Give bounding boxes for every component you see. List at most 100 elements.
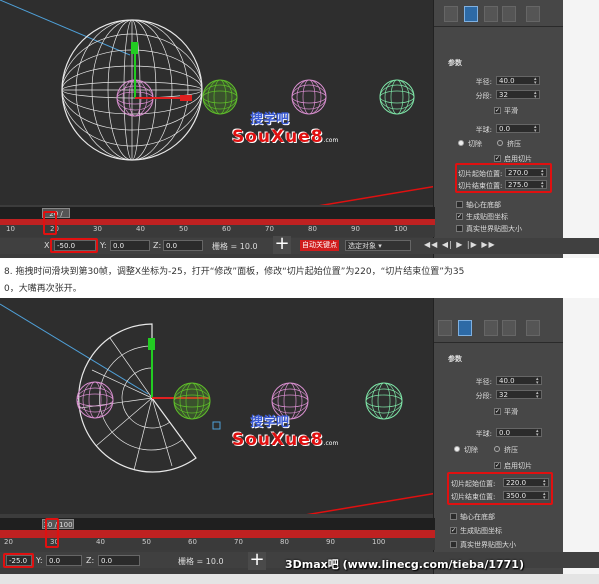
viewport-perspective[interactable]: 搜学吧 SouXue8.com <box>0 298 435 514</box>
slice-to-spinner[interactable]: 275.0 ▴ ▾ <box>505 180 547 190</box>
base-to-pivot-checkbox[interactable] <box>450 513 457 520</box>
screenshot-bottom: 搜学吧 SouXue8.com 参数 半径: 40.0 ▴ ▾ 分段: 32 ▴ ▾ ✓… <box>0 298 599 584</box>
ruler-tick: 80 <box>280 538 289 546</box>
screenshot-top: 搜学吧 SouXue8.com 参数 半径: 40.0 ▴ ▾ 分段: 32 ▴ ▾ ✓… <box>0 0 599 258</box>
segments-label: 分段: <box>475 92 492 100</box>
parameters-rollout-title[interactable]: 参数 <box>448 58 462 68</box>
y-value: 0.0 <box>49 557 61 565</box>
ruler-tick: 70 <box>234 538 243 546</box>
utilities-tab-icon[interactable] <box>526 6 540 22</box>
ruler-tick: 40 <box>96 538 105 546</box>
playback-controls-icon[interactable]: ◀◀ ◀| ▶ |▶ ▶▶ <box>424 240 496 249</box>
viewport-perspective[interactable]: 搜学吧 SouXue8.com <box>0 0 435 205</box>
y-value: 0.0 <box>113 242 125 250</box>
viewport-scene <box>0 0 435 205</box>
key-filter-select[interactable]: 选定对象 ▾ <box>345 240 411 251</box>
mint-sphere[interactable] <box>379 79 415 115</box>
base-to-pivot-checkbox[interactable] <box>456 201 463 208</box>
gen-mapping-label: 生成贴图坐标 <box>466 213 508 221</box>
ruler-tick: 100 <box>394 225 408 233</box>
chop-label: 切除 <box>468 140 482 148</box>
real-world-label: 真实世界贴图大小 <box>466 225 522 233</box>
frame-highlight-box <box>45 518 59 548</box>
hemisphere-spinner[interactable]: 0.0 ▴ ▾ <box>496 428 542 438</box>
z-value: 0.0 <box>101 557 113 565</box>
gen-mapping-label: 生成贴图坐标 <box>460 527 502 535</box>
slice-on-checkbox[interactable]: ✓ <box>494 462 501 469</box>
create-tab-icon[interactable] <box>444 6 458 22</box>
slice-from-label: 切片起始位置: <box>458 170 503 178</box>
frame-ruler[interactable]: 20 30 40 50 60 70 80 90 100 <box>0 518 435 550</box>
modify-tab-icon[interactable] <box>464 6 478 22</box>
logo-top-text: 搜学吧 <box>250 112 290 127</box>
slice-on-label: 启用切片 <box>504 462 532 470</box>
frame-ruler[interactable]: 10 20 30 40 50 60 70 80 90 100 <box>0 211 435 237</box>
gen-mapping-checkbox[interactable]: ✓ <box>450 527 457 534</box>
key-track[interactable] <box>0 530 435 538</box>
white-sphere[interactable] <box>61 19 203 161</box>
command-panel: 参数 半径: 40.0 ▴ ▾ 分段: 32 ▴ ▾ ✓ 平滑 半球: 0.0 ▴ ▾ 切除… <box>433 0 563 258</box>
red-annotation-arrow <box>306 492 435 514</box>
mint-sphere[interactable] <box>365 382 403 420</box>
smooth-checkbox[interactable]: ✓ <box>494 107 501 114</box>
hemisphere-value: 0.0 <box>499 125 511 133</box>
hierarchy-tab-icon[interactable] <box>484 320 498 336</box>
radius-spinner[interactable]: 40.0 ▴ ▾ <box>496 76 540 86</box>
squash-radio[interactable] <box>494 446 500 452</box>
ruler-tick: 80 <box>308 225 317 233</box>
y-coordinate-field[interactable]: 0.0 <box>46 555 82 566</box>
utilities-tab-icon[interactable] <box>526 320 540 336</box>
logo-com-text: .com <box>323 137 339 144</box>
slice-from-spinner[interactable]: 220.0 ▴ ▾ <box>503 478 549 488</box>
souxue8-logo: 搜学吧 SouXue8.com <box>232 411 338 450</box>
smooth-label: 平滑 <box>504 107 518 115</box>
frame-highlight-box <box>43 211 57 235</box>
add-time-tag-icon[interactable]: + <box>273 235 291 254</box>
slice-from-spinner[interactable]: 270.0 ▴ ▾ <box>505 168 547 178</box>
motion-tab-icon[interactable] <box>502 6 516 22</box>
pink-sphere-inner[interactable] <box>76 381 114 419</box>
chop-label: 切除 <box>464 446 478 454</box>
smooth-checkbox[interactable]: ✓ <box>494 408 501 415</box>
ruler-tick: 90 <box>326 538 335 546</box>
real-world-checkbox[interactable] <box>456 225 463 232</box>
slice-from-label: 切片起始位置: <box>451 480 496 488</box>
status-bar: X: -50.0 Y: 0.0 Z: 0.0 栅格 = 10.0 + 自动关键点… <box>0 235 599 254</box>
z-label: Z: <box>153 241 162 250</box>
gen-mapping-checkbox[interactable]: ✓ <box>456 213 463 220</box>
auto-key-button[interactable]: 自动关键点 <box>300 240 339 251</box>
slice-to-label: 切片结束位置: <box>451 493 496 501</box>
key-filter-value: 选定对象 <box>348 242 376 250</box>
hierarchy-tab-icon[interactable] <box>484 6 498 22</box>
radius-spinner[interactable]: 40.0 ▴ ▾ <box>496 376 542 386</box>
slice-on-checkbox[interactable]: ✓ <box>494 155 501 162</box>
hemisphere-spinner[interactable]: 0.0 ▴ ▾ <box>496 124 540 134</box>
chop-radio[interactable] <box>458 140 464 146</box>
real-world-checkbox[interactable] <box>450 541 457 548</box>
chop-radio[interactable] <box>454 446 460 452</box>
time-slider-bar[interactable]: 20 / 100 <box>0 207 435 228</box>
segments-value: 32 <box>499 391 508 399</box>
pivot-marker <box>212 421 221 430</box>
slice-to-spinner[interactable]: 350.0 ▴ ▾ <box>503 491 549 501</box>
z-coordinate-field[interactable]: 0.0 <box>163 240 203 251</box>
segments-spinner[interactable]: 32 ▴ ▾ <box>496 90 540 100</box>
modify-tab-icon[interactable] <box>458 320 472 336</box>
motion-tab-icon[interactable] <box>502 320 516 336</box>
z-coordinate-field[interactable]: 0.0 <box>98 555 140 566</box>
green-sphere[interactable] <box>173 382 211 420</box>
parameters-rollout-title[interactable]: 参数 <box>448 354 462 364</box>
command-panel: 参数 半径: 40.0 ▴ ▾ 分段: 32 ▴ ▾ ✓ 平滑 半球: 0.0 ▴ ▾ 切除… <box>433 298 563 584</box>
grid-size-label: 栅格 = 10.0 <box>212 242 258 251</box>
base-to-pivot-label: 轴心在底部 <box>460 513 495 521</box>
site-watermark: 3Dmax吧 (www.linecg.com/tieba/1771) <box>285 558 524 571</box>
blue-guide-line <box>0 0 131 56</box>
create-tab-icon[interactable] <box>438 320 452 336</box>
squash-radio[interactable] <box>497 140 503 146</box>
ruler-tick: 60 <box>222 225 231 233</box>
add-time-tag-icon[interactable]: + <box>248 551 266 570</box>
real-world-label: 真实世界贴图大小 <box>460 541 516 549</box>
y-coordinate-field[interactable]: 0.0 <box>110 240 150 251</box>
segments-spinner[interactable]: 32 ▴ ▾ <box>496 390 542 400</box>
time-slider-bar[interactable]: 30 / 100 <box>0 518 435 530</box>
